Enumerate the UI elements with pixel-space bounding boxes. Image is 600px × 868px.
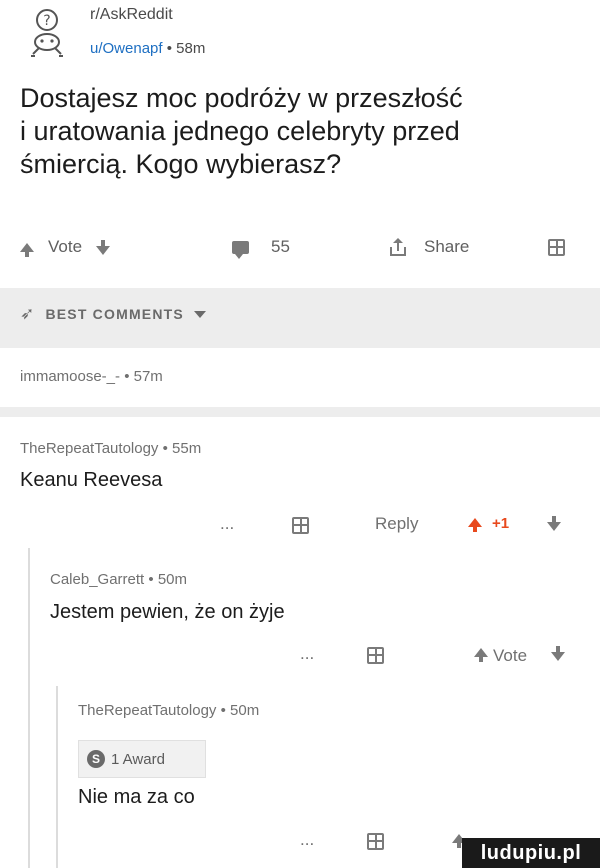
award-badge[interactable]: S 1 Award [78,740,206,778]
share-label: Share [424,237,470,256]
gift-icon[interactable] [292,517,309,534]
reply-label[interactable]: Reply [375,514,418,534]
svg-text:?: ? [43,13,50,29]
post-author[interactable]: u/Owenapf [90,40,163,57]
gift-icon [548,238,565,256]
comment-time: 50m [230,702,260,719]
downvote-icon[interactable] [551,646,565,661]
comment-time: 50m [157,571,187,588]
comment-author[interactable]: Caleb_Garrett [50,571,144,588]
reply-button[interactable] [427,835,445,855]
comment-score: +1 [492,515,510,532]
share-button[interactable]: Share [390,232,469,262]
rocket-icon: ➶ [20,304,36,323]
post-author-line: u/Owenapf • 58m [90,40,205,57]
reply-button[interactable] [346,519,364,539]
chevron-down-icon [193,310,206,318]
comment-bubble-icon [232,240,249,259]
comment-author[interactable]: immamoose-_- [20,368,120,385]
gift-icon[interactable] [367,647,384,664]
subreddit-name[interactable]: r/AskReddit [90,6,173,24]
sort-selector[interactable]: ➶ BEST COMMENTS [20,304,206,324]
downvote-icon[interactable] [547,516,561,531]
reply-arrow-icon [427,836,445,850]
vote-label: Vote [493,646,528,665]
comment-time: 55m [172,440,202,457]
reply-arrow-icon [427,650,445,664]
comment-meta: Caleb_Garrett • 50m [50,571,187,588]
share-icon [390,238,406,256]
sort-label: BEST COMMENTS [45,306,184,322]
award-label: 1 Award [111,750,165,768]
upvote-icon[interactable] [474,648,488,662]
comment-meta: TheRepeatTautology • 55m [20,440,202,457]
vote-group: Vote [20,232,111,262]
coin-icon: S [87,750,105,768]
gift-button[interactable] [548,232,565,262]
comment-count: 55 [271,237,290,256]
watermark-logo: ludupiu.pl [462,838,600,868]
comment-body: Keanu Reevesa [20,469,163,491]
more-options-button[interactable]: ... [220,514,234,534]
more-options-button[interactable]: ... [300,644,314,664]
gift-icon[interactable] [367,833,384,850]
comment-actions: ... Reply +1 [0,512,600,540]
divider [0,407,600,417]
snoo-question-icon[interactable]: ? [27,8,67,60]
thread-line[interactable] [28,548,30,868]
comments-button[interactable]: 55 [232,232,290,262]
comment-time: 57m [133,368,163,385]
more-options-button[interactable]: ... [300,830,314,850]
vote-label: Vote [48,237,83,256]
comment-meta: TheRepeatTautology • 50m [78,702,260,719]
comment-author[interactable]: TheRepeatTautology [78,702,216,719]
collapsed-comment[interactable]: immamoose-_- • 57m [20,368,163,385]
comment-author[interactable]: TheRepeatTautology [20,440,158,457]
downvote-icon[interactable] [96,239,111,255]
comment-actions: ... Vote [0,642,600,670]
upvote-icon[interactable] [468,518,482,532]
reply-button[interactable] [427,649,445,669]
reply-arrow-icon [346,520,364,534]
comment-body: Nie ma za co [78,786,195,808]
meta-separator: • [162,40,177,57]
post-time: 58m [176,40,206,57]
comment-body: Jestem pewien, że on żyje [50,601,285,623]
post-title: Dostajesz moc podróży w przeszłość i ura… [20,83,463,179]
upvote-icon[interactable] [20,242,34,257]
